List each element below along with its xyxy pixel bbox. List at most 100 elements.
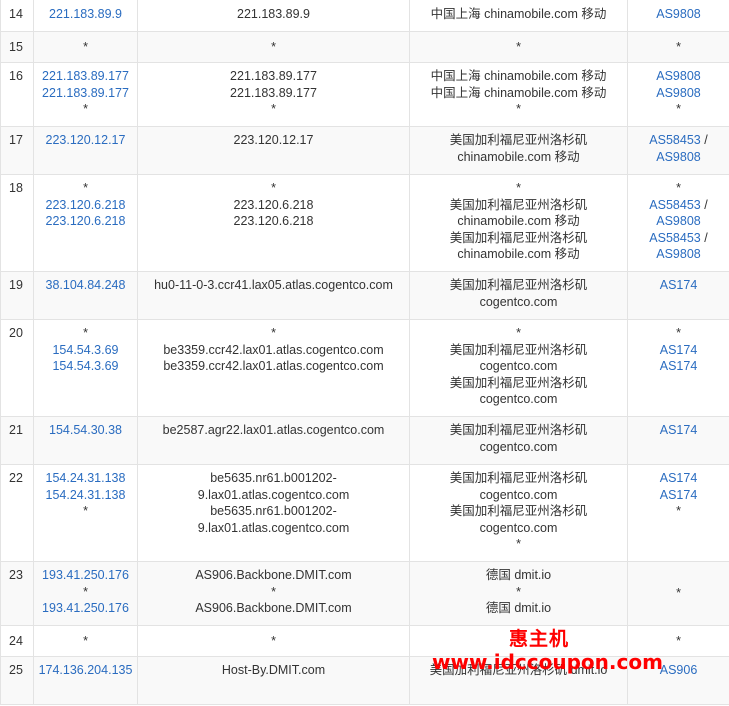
cell-line: chinamobile.com 移动: [457, 214, 580, 228]
ip-link[interactable]: 154.54.3.69: [35, 342, 137, 359]
ip-link[interactable]: 193.41.250.176: [35, 600, 137, 617]
cell-line: 221.183.89.177: [230, 69, 317, 83]
cell-line: 223.120.12.17: [233, 133, 314, 147]
asn-link[interactable]: AS58453 /: [629, 230, 729, 247]
asn-link[interactable]: AS174: [629, 422, 729, 439]
cell-line: 美国加利福尼亚州洛杉矶: [449, 342, 588, 357]
hostname-cell: be5635.nr61.b001202- 9.lax01.atlas.cogent…: [137, 464, 410, 562]
cell-line: 德国 dmit.io: [485, 601, 552, 615]
cell-line: 中国上海 chinamobile.com 移动: [430, 7, 607, 21]
ip-link[interactable]: 221.183.89.9: [35, 6, 137, 23]
cell-line: 223.120.6.218: [233, 197, 314, 212]
cell-line: cogentco.com: [479, 392, 558, 406]
cell-line: 中国上海 chinamobile.com 移动: [430, 69, 607, 83]
asn-cell: AS174 AS174 *: [627, 464, 729, 562]
cell-line: *: [516, 537, 521, 551]
asn-cell: AS906: [627, 656, 729, 705]
hop-number: 17: [0, 126, 34, 175]
location-cell: 中国上海 chinamobile.com 移动: [409, 0, 628, 32]
ip-cell: * 154.54.3.69 154.54.3.69: [33, 319, 138, 417]
location-cell: 美国加利福尼亚州洛杉矶 cogentco.com: [409, 416, 628, 465]
hostname-cell: 221.183.89.9: [137, 0, 410, 32]
asn-link[interactable]: AS9808: [629, 246, 729, 263]
table-row: 20 * 154.54.3.69 154.54.3.69 * be3359.ccr42.l…: [0, 319, 729, 417]
cell-line: 美国加利福尼亚州洛杉矶: [449, 278, 588, 292]
hop-number: 24: [0, 625, 34, 657]
cell-line: *: [271, 181, 276, 195]
asn-link[interactable]: AS9808: [629, 213, 729, 230]
cell-line: 223.120.6.218: [233, 214, 314, 228]
hop-number: 14: [0, 0, 34, 32]
ip-link[interactable]: 223.120.6.218: [35, 213, 137, 230]
asn-link[interactable]: AS9808: [629, 6, 729, 23]
cell-line: cogentco.com: [479, 359, 558, 373]
location-cell: * 美国加利福尼亚州洛杉矶 chinamobile.com 移动 美国加利福尼亚州洛杉…: [409, 174, 628, 272]
table-row: 14 221.183.89.9 221.183.89.9 中国上海 chinamobi…: [0, 0, 729, 32]
hop-number: 23: [0, 561, 34, 626]
table-row: 25 174.136.204.135 Host-By.DMIT.com 美国加利福尼亚…: [0, 656, 729, 705]
cell-line: *: [83, 39, 88, 54]
asn-link[interactable]: AS9808: [629, 68, 729, 85]
cell-line: *: [271, 584, 276, 599]
location-cell: * 美国加利福尼亚州洛杉矶 cogentco.com 美国加利福尼亚州洛杉矶 cogen…: [409, 319, 628, 417]
ip-cell: 154.24.31.138 154.24.31.138 *: [33, 464, 138, 562]
ip-link[interactable]: 193.41.250.176: [35, 567, 137, 584]
hop-number: 21: [0, 416, 34, 465]
ip-link[interactable]: 221.183.89.177: [35, 68, 137, 85]
cell-line: *: [516, 181, 521, 195]
cell-line: *: [676, 181, 681, 195]
asn-cell: AS9808: [627, 0, 729, 32]
asn-link[interactable]: AS906: [629, 662, 729, 679]
hostname-cell: be2587.agr22.lax01.atlas.cogentco.com: [137, 416, 410, 465]
ip-link[interactable]: 223.120.6.218: [35, 197, 137, 214]
ip-link[interactable]: 221.183.89.177: [35, 85, 137, 102]
ip-link[interactable]: 223.120.12.17: [35, 132, 137, 149]
cell-line: AS906.Backbone.DMIT.com: [195, 568, 352, 582]
ip-link[interactable]: 154.54.30.38: [35, 422, 137, 439]
cell-line: 德国 dmit.io: [485, 568, 552, 582]
cell-line: AS906.Backbone.DMIT.com: [195, 601, 352, 615]
asn-link[interactable]: AS9808: [629, 149, 729, 166]
hop-number: 25: [0, 656, 34, 705]
cell-line: *: [83, 633, 88, 648]
cell-line: cogentco.com: [479, 487, 558, 502]
cell-line: 美国加利福尼亚州洛杉矶: [449, 471, 588, 485]
asn-link[interactable]: AS9808: [629, 85, 729, 102]
ip-cell: *: [33, 31, 138, 63]
ip-cell: 154.54.30.38: [33, 416, 138, 465]
cell-line: be5635.nr61.b001202-: [210, 504, 337, 518]
table-row: 23 193.41.250.176 * 193.41.250.176 AS906.Bac…: [0, 561, 729, 626]
asn-link[interactable]: AS174: [629, 470, 729, 487]
ip-cell: 221.183.89.9: [33, 0, 138, 32]
ip-cell: 193.41.250.176 * 193.41.250.176: [33, 561, 138, 626]
table-row: 17 223.120.12.17 223.120.12.17 美国加利福尼亚州洛杉矶 c…: [0, 126, 729, 175]
asn-link[interactable]: AS174: [629, 342, 729, 359]
asn-link[interactable]: AS58453 /: [629, 197, 729, 214]
cell-line: 221.183.89.177: [230, 85, 317, 100]
cell-line: *: [516, 633, 521, 648]
ip-link[interactable]: 154.24.31.138: [35, 470, 137, 487]
asn-link[interactable]: AS58453 /: [629, 132, 729, 149]
hostname-cell: 223.120.12.17: [137, 126, 410, 175]
ip-cell: * 223.120.6.218 223.120.6.218: [33, 174, 138, 272]
cell-line: cogentco.com: [479, 520, 558, 535]
asn-link[interactable]: AS174: [629, 277, 729, 294]
location-cell: *: [409, 625, 628, 657]
ip-link[interactable]: 38.104.84.248: [35, 277, 137, 294]
cell-line: 9.lax01.atlas.cogentco.com: [197, 520, 350, 535]
ip-link[interactable]: 154.24.31.138: [35, 487, 137, 504]
asn-link[interactable]: AS174: [629, 487, 729, 504]
cell-line: be3359.ccr42.lax01.atlas.cogentco.com: [163, 359, 384, 373]
ip-link[interactable]: 154.54.3.69: [35, 358, 137, 375]
cell-line: *: [83, 102, 88, 116]
cell-line: 美国加利福尼亚州洛杉矶: [449, 375, 588, 390]
cell-line: be3359.ccr42.lax01.atlas.cogentco.com: [163, 342, 384, 357]
table-row: 22 154.24.31.138 154.24.31.138 * be5635.nr61…: [0, 464, 729, 562]
location-cell: 美国加利福尼亚州洛杉矶 chinamobile.com 移动: [409, 126, 628, 175]
ip-link[interactable]: 174.136.204.135: [35, 662, 137, 679]
cell-line: *: [516, 326, 521, 340]
hostname-cell: Host-By.DMIT.com: [137, 656, 410, 705]
asn-cell: AS58453 /AS9808: [627, 126, 729, 175]
cell-line: 美国加利福尼亚州洛杉矶: [449, 197, 588, 212]
asn-link[interactable]: AS174: [629, 358, 729, 375]
